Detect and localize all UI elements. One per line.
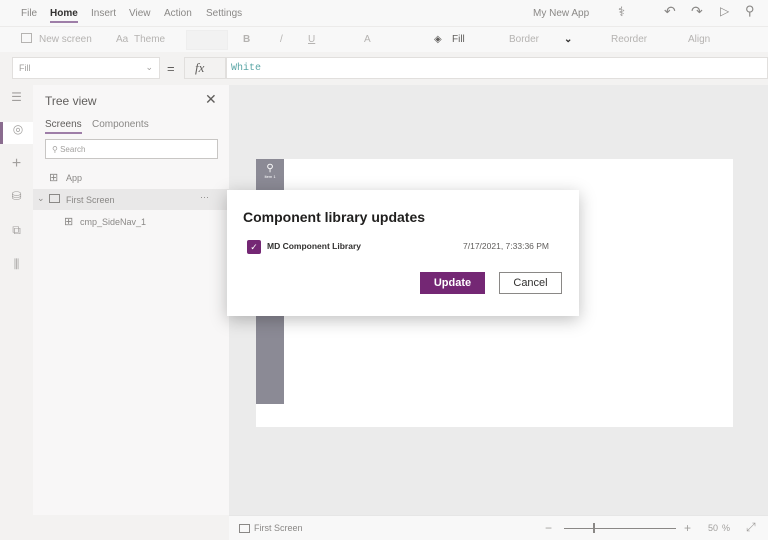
property-dropdown[interactable]: Fill ⌄ (12, 57, 160, 79)
menu-file[interactable]: File (21, 8, 37, 19)
theme-icon: Aa (116, 34, 129, 45)
equals-sign: = (167, 61, 175, 76)
zoom-slider-thumb[interactable] (593, 523, 595, 533)
tree-item-label: cmp_SideNav_1 (80, 217, 147, 227)
underline-button[interactable]: U (308, 34, 315, 45)
tree-item-cmp-sidenav[interactable]: ⊞ cmp_SideNav_1 (33, 212, 229, 232)
left-rail: ☰ ◎ + ⛁ ⧉ ⫼ (0, 85, 33, 540)
chevron-down-icon[interactable]: ⌄ (37, 193, 45, 204)
border-button[interactable]: Border (509, 34, 539, 45)
search-placeholder: Search (60, 145, 86, 154)
app-name: My New App (533, 8, 590, 19)
menu-action[interactable]: Action (164, 8, 192, 19)
redo-icon[interactable]: ↷ (691, 3, 703, 20)
library-checkbox[interactable]: ✓ (247, 240, 261, 254)
theme-button[interactable]: Theme (134, 34, 165, 45)
screen-icon (239, 524, 250, 533)
tree-item-app[interactable]: ⊞ App (33, 168, 229, 188)
align-button[interactable]: Align (688, 34, 710, 45)
zoom-out-button[interactable]: − (545, 521, 552, 535)
media-icon[interactable]: ⧉ (0, 223, 33, 245)
update-button[interactable]: Update (420, 272, 485, 294)
library-timestamp: 7/17/2021, 7:33:36 PM (463, 241, 550, 251)
tree-view-icon[interactable]: ◎ (0, 122, 33, 144)
reorder-button[interactable]: Reorder (611, 34, 647, 45)
chevron-down-icon[interactable]: ⌄ (564, 34, 572, 45)
new-screen-icon (21, 33, 32, 43)
tree-view-panel: Tree view ✕ Screens Components ⚲ Search … (33, 85, 229, 515)
property-value: Fill (19, 63, 31, 73)
dialog-title: Component library updates (243, 209, 426, 225)
toolbar: New screen Aa Theme B / U A ◈ Fill Borde… (0, 26, 768, 52)
zoom-slider[interactable] (564, 528, 676, 529)
tab-components[interactable]: Components (92, 119, 149, 130)
component-library-dialog: Component library updates ✓ MD Component… (227, 190, 579, 316)
chevron-down-icon: ⌄ (145, 62, 153, 72)
menu-home[interactable]: Home (50, 8, 78, 23)
italic-button[interactable]: / (280, 34, 283, 45)
tab-screens[interactable]: Screens (45, 119, 82, 134)
current-screen-label[interactable]: First Screen (254, 523, 303, 533)
tools-icon[interactable]: ⫼ (0, 257, 33, 279)
app-checker-icon[interactable]: ⚕ (618, 4, 625, 20)
location-icon: ⚲ (266, 163, 274, 174)
menu-bar: File Home Insert View Action Settings My… (0, 0, 768, 26)
new-screen-button[interactable]: New screen (39, 34, 92, 45)
zoom-value: 50 (708, 523, 719, 533)
font-color-button[interactable]: A (364, 34, 371, 45)
menu-settings[interactable]: Settings (206, 8, 242, 19)
font-size-input[interactable] (186, 30, 228, 50)
zoom-unit: % (722, 523, 731, 533)
search-icon: ⚲ (52, 145, 58, 154)
library-name: MD Component Library (267, 241, 361, 251)
plus-icon[interactable]: + (0, 155, 33, 177)
close-icon[interactable]: ✕ (205, 91, 217, 108)
screen-icon (49, 194, 60, 203)
tree-view-title: Tree view (45, 94, 97, 108)
fit-to-window-icon[interactable]: ⤢ (746, 520, 756, 535)
data-icon[interactable]: ⛁ (0, 189, 33, 211)
cancel-button[interactable]: Cancel (499, 272, 562, 294)
component-icon: ⊞ (64, 216, 74, 228)
tree-item-label: App (66, 173, 83, 183)
hamburger-icon[interactable]: ☰ (0, 90, 33, 112)
menu-view[interactable]: View (129, 8, 151, 19)
zoom-in-button[interactable]: + (684, 521, 691, 535)
menu-insert[interactable]: Insert (91, 8, 116, 19)
tree-item-label: First Screen (66, 195, 115, 205)
fx-button[interactable]: fx (184, 57, 226, 79)
nav-item-1[interactable]: Item 1 (256, 174, 284, 179)
status-bar: First Screen − + 50 % ⤢ (229, 515, 768, 540)
formula-input[interactable]: White (226, 57, 768, 79)
share-icon[interactable]: ⚲ (745, 3, 755, 19)
play-icon[interactable]: ▷ (720, 4, 729, 18)
more-options-button[interactable]: ··· (200, 192, 209, 202)
undo-icon[interactable]: ↶ (664, 3, 676, 20)
bold-button[interactable]: B (243, 34, 250, 45)
fill-button[interactable]: Fill (452, 34, 465, 45)
app-icon: ⊞ (49, 172, 59, 184)
search-input[interactable]: ⚲ Search (45, 139, 218, 159)
tree-item-first-screen[interactable]: ⌄ First Screen ··· (33, 189, 229, 210)
fill-icon: ◈ (434, 34, 442, 45)
fx-label: fx (195, 60, 205, 75)
